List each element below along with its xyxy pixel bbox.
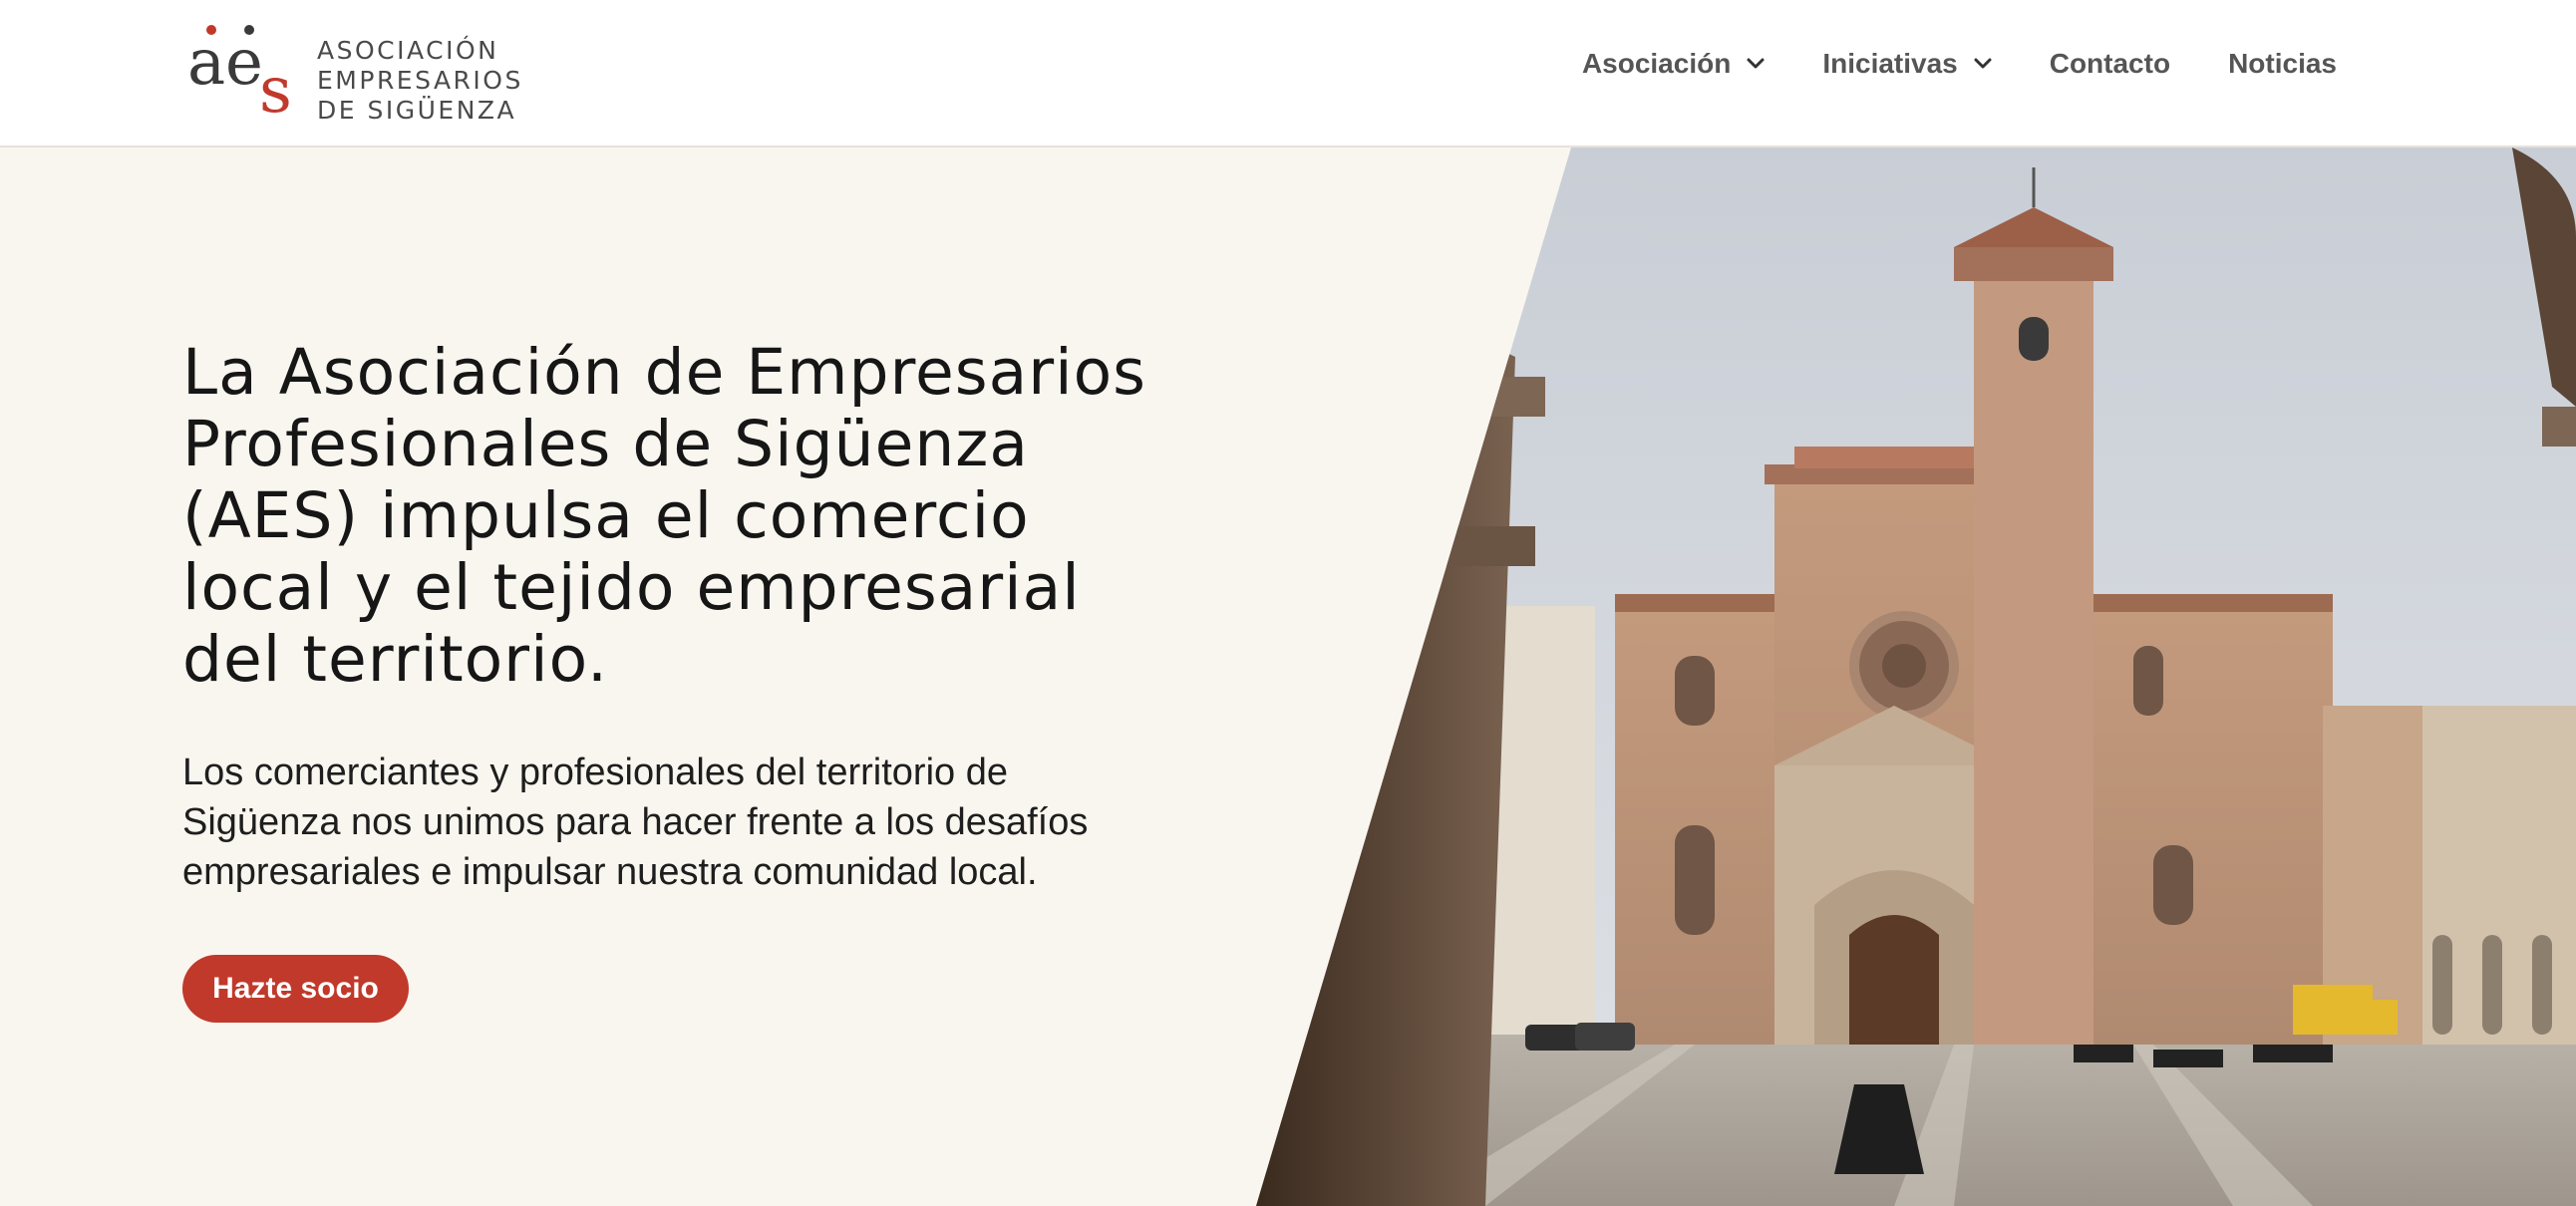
logo-line-2: EMPRESARIOS: [317, 66, 523, 95]
nav-item-label: Asociación: [1581, 48, 1732, 79]
nav-item-iniciativas[interactable]: Iniciativas: [1822, 48, 1992, 80]
svg-text:e: e: [225, 26, 263, 100]
aes-logo-mark-icon: a e s: [187, 25, 292, 120]
nav-item-label: Contacto: [2049, 48, 2171, 79]
chevron-down-icon: [1974, 58, 1992, 69]
svg-text:s: s: [259, 54, 292, 120]
nav-item-label: Iniciativas: [1822, 48, 1958, 79]
nav-item-noticias[interactable]: Noticias: [2228, 48, 2337, 80]
logo-line-3: DE SIGÜENZA: [317, 96, 517, 125]
logo-line-1: ASOCIACIÓN: [317, 36, 499, 65]
nav-item-contacto[interactable]: Contacto: [2050, 48, 2170, 80]
join-button[interactable]: Hazte socio: [182, 955, 409, 1023]
site-header: a e s ASOCIACIÓN EMPRESARIOS DE SIGÜENZA…: [0, 0, 2576, 148]
hero-title: La Asociación de Empresarios Profesional…: [182, 336, 1147, 696]
logo-wordmark: ASOCIACIÓN EMPRESARIOS DE SIGÜENZA: [317, 36, 523, 126]
hero-cathedral-image: [1256, 148, 2576, 1206]
cathedral-plaza-illustration: [1256, 148, 2576, 1206]
nav-item-label: Noticias: [2228, 48, 2337, 79]
nav-item-asociacion[interactable]: Asociación: [1582, 48, 1765, 80]
main-nav: Asociación Iniciativas Contacto Noticias: [1582, 48, 2337, 80]
hero-subtitle: Los comerciantes y profesionales del ter…: [182, 752, 1089, 893]
svg-text:a: a: [187, 26, 225, 100]
chevron-down-icon: [1747, 58, 1765, 69]
